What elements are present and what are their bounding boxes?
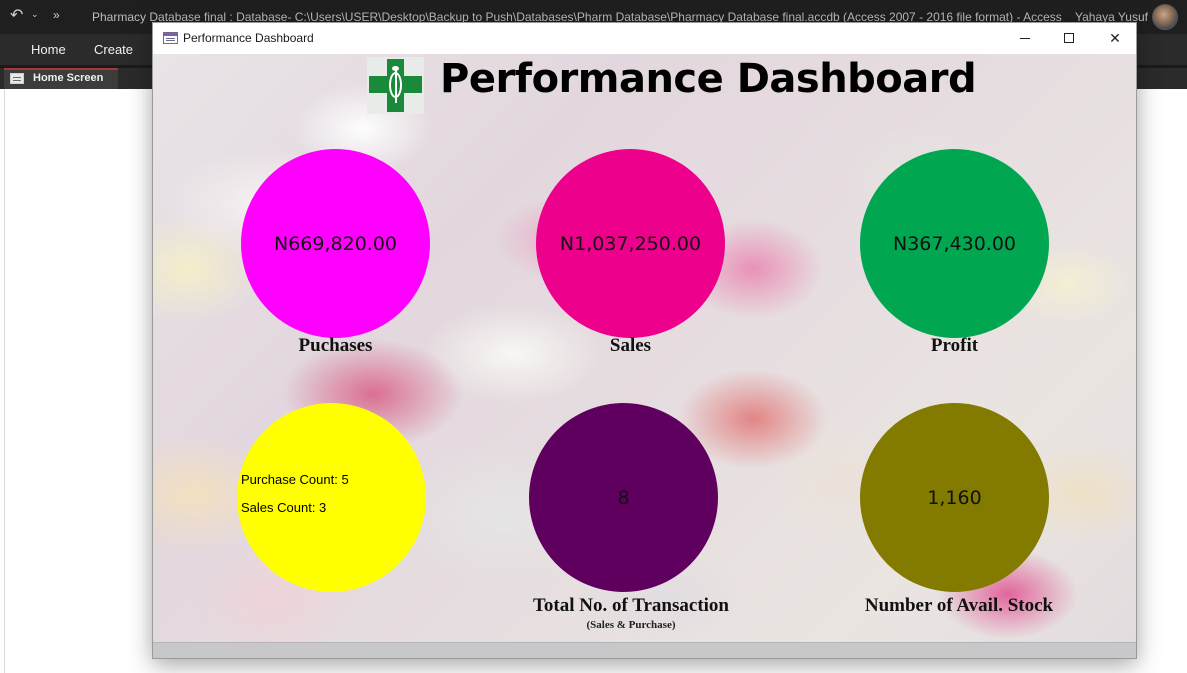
object-tab-home-screen[interactable]: Home Screen (4, 68, 118, 89)
form-icon (10, 73, 24, 84)
profit-label: Profit (930, 335, 979, 356)
tab-create[interactable]: Create (94, 42, 133, 57)
transactions-label: Total No. of Transaction (532, 595, 729, 616)
transactions-value: 8 (617, 486, 630, 509)
minimize-button[interactable] (1002, 23, 1048, 54)
purchases-value: N669,820.00 (274, 232, 397, 255)
purchases-label: Puchases (298, 335, 373, 356)
close-icon: ✕ (1109, 30, 1121, 46)
maximize-button[interactable] (1046, 23, 1092, 54)
tab-home[interactable]: Home (31, 42, 66, 57)
navigation-pane-edge (4, 89, 5, 673)
popup-titlebar[interactable]: Performance Dashboard ✕ (153, 23, 1136, 54)
purchase-count: Purchase Count: 5 (241, 472, 349, 487)
undo-icon[interactable]: ↶ (10, 7, 28, 25)
popup-title: Performance Dashboard (183, 31, 314, 45)
stock-label: Number of Avail. Stock (864, 595, 1054, 616)
minimize-icon (1020, 38, 1030, 39)
counts-tile: Purchase Count: 5 Sales Count: 3 (237, 403, 426, 592)
pharmacy-cross-logo (367, 57, 424, 114)
sales-value: N1,037,250.00 (559, 232, 702, 255)
dashboard-form-body: Performance Dashboard N669,820.00 Puchas… (153, 54, 1136, 642)
purchases-tile: N669,820.00 (241, 149, 430, 338)
form-footer (153, 642, 1136, 658)
form-icon (163, 32, 178, 44)
close-button[interactable]: ✕ (1092, 23, 1136, 54)
undo-dropdown-icon[interactable]: ⌄ (31, 9, 39, 20)
stock-value: 1,160 (927, 486, 982, 509)
stock-tile: 1,160 (860, 403, 1049, 592)
profit-value: N367,430.00 (893, 232, 1016, 255)
transactions-tile: 8 (529, 403, 718, 592)
profit-tile: N367,430.00 (860, 149, 1049, 338)
transactions-sublabel: (Sales & Purchase) (586, 619, 676, 631)
sales-label: Sales (609, 335, 652, 356)
object-tab-label: Home Screen (33, 72, 104, 84)
performance-dashboard-window: Performance Dashboard ✕ Performance Dash… (152, 22, 1137, 659)
quick-access-more-button[interactable]: » (53, 8, 60, 22)
sales-tile: N1,037,250.00 (536, 149, 725, 338)
user-avatar[interactable] (1152, 4, 1178, 30)
maximize-icon (1064, 33, 1074, 43)
dashboard-heading: Performance Dashboard (440, 56, 977, 102)
sales-count: Sales Count: 3 (241, 500, 327, 515)
